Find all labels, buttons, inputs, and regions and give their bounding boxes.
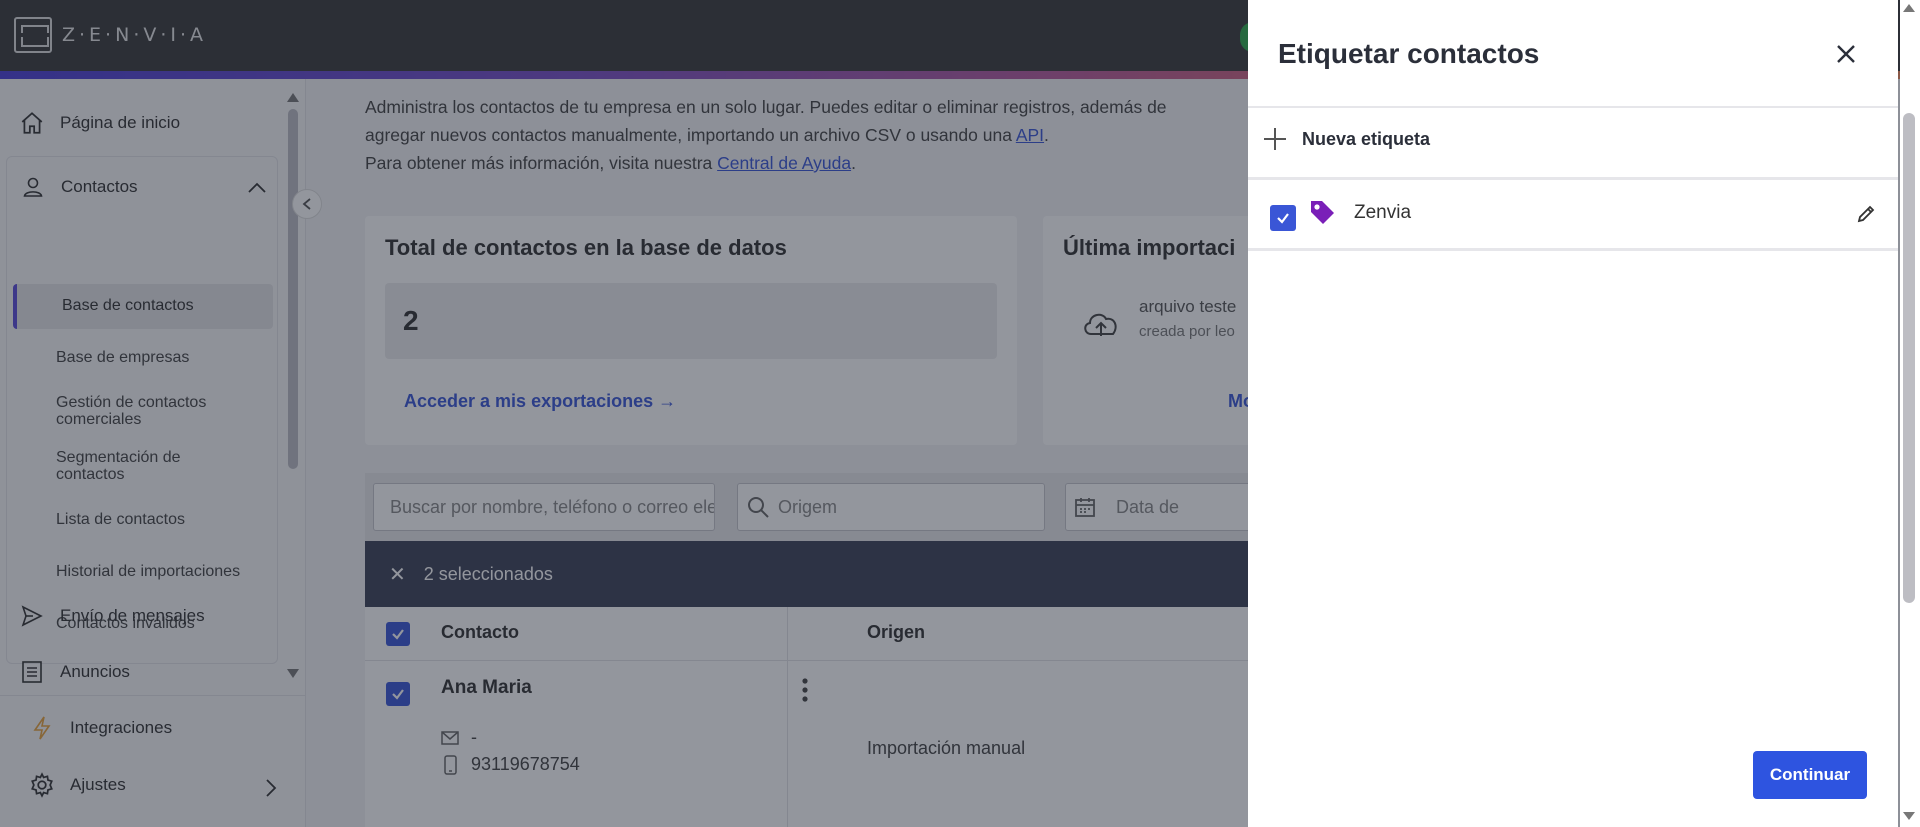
edit-pencil-icon[interactable] xyxy=(1856,204,1876,229)
tag-item[interactable]: Zenvia xyxy=(1248,180,1898,248)
close-icon xyxy=(1837,45,1855,63)
new-tag-label: Nueva etiqueta xyxy=(1302,128,1431,149)
scroll-up-arrow-icon[interactable] xyxy=(1903,4,1915,12)
drawer-title: Etiquetar contactos xyxy=(1278,38,1540,69)
close-button[interactable] xyxy=(1830,38,1862,70)
drawer-scrollbar-thumb[interactable] xyxy=(1903,113,1915,603)
tag-name: Zenvia xyxy=(1354,202,1412,223)
tag-checkbox[interactable] xyxy=(1270,205,1296,231)
tag-icon xyxy=(1308,198,1336,231)
check-icon xyxy=(1277,213,1289,224)
scroll-down-arrow-icon[interactable] xyxy=(1903,812,1915,820)
new-tag-button[interactable]: Nueva etiqueta xyxy=(1262,126,1430,152)
drawer-divider xyxy=(1248,106,1898,108)
tag-contacts-drawer: Etiquetar contactos Nueva etiqueta Zenvi… xyxy=(1248,0,1898,827)
continue-button[interactable]: Continuar xyxy=(1753,751,1867,799)
drawer-divider xyxy=(1248,248,1898,251)
plus-icon xyxy=(1264,128,1286,150)
